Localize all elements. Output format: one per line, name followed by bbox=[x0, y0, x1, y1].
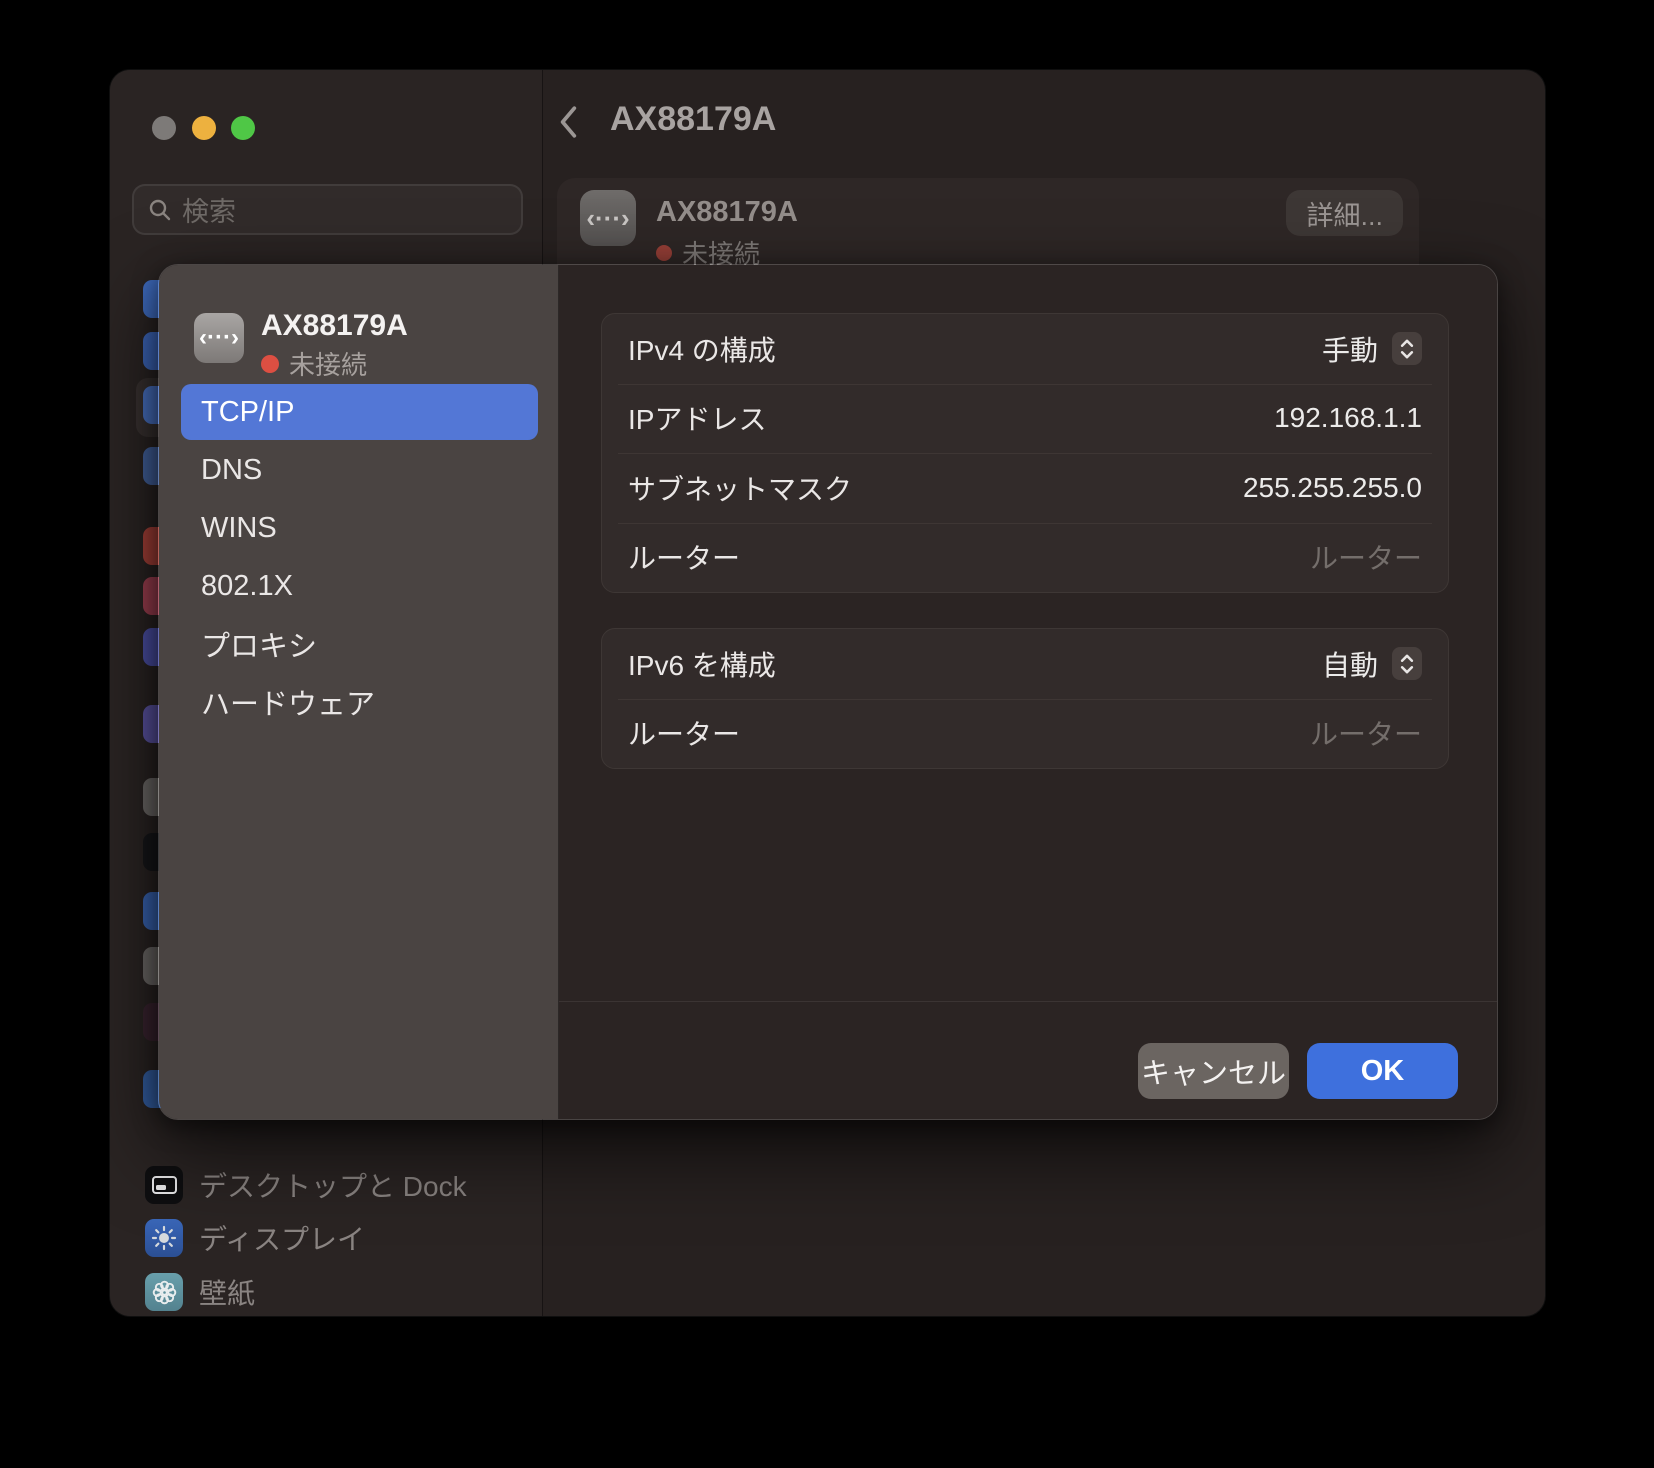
window-close-button[interactable] bbox=[152, 116, 176, 140]
adapter-name: AX88179A bbox=[261, 309, 408, 343]
window-minimize-button[interactable] bbox=[192, 116, 216, 140]
ipv4-router-label: ルーター bbox=[628, 537, 740, 577]
ipv4-config-value: 手動 bbox=[1322, 329, 1378, 369]
tab-tcpip[interactable]: TCP/IP bbox=[181, 384, 538, 440]
ipv4-router-row: ルーター ルーター bbox=[602, 523, 1448, 593]
ipv4-config-label: IPv4 の構成 bbox=[628, 329, 776, 369]
ipv6-group: IPv6 を構成 自動 ルーター ルーター bbox=[601, 628, 1449, 769]
status-dot bbox=[261, 355, 279, 373]
subnet-mask-row: サブネットマスク 255.255.255.0 bbox=[602, 453, 1448, 523]
footer-divider bbox=[559, 1001, 1497, 1002]
ipv6-config-value: 自動 bbox=[1322, 644, 1378, 684]
ok-button[interactable]: OK bbox=[1307, 1043, 1458, 1099]
desktop-dock-icon bbox=[145, 1166, 183, 1204]
subnet-mask-label: サブネットマスク bbox=[628, 468, 852, 508]
search-placeholder: 検索 bbox=[182, 190, 236, 229]
tab-hardware[interactable]: ハードウェア bbox=[181, 674, 538, 730]
ipv6-config-popup-button[interactable] bbox=[1392, 647, 1422, 680]
back-button[interactable] bbox=[558, 104, 586, 140]
status-dot bbox=[656, 245, 672, 261]
chevron-left-icon bbox=[558, 105, 580, 139]
sheet-content: IPv4 の構成 手動 IPアドレス 192.168.1.1 bbox=[559, 265, 1497, 1119]
sidebar-item-label: ディスプレイ bbox=[199, 1218, 365, 1258]
ipv6-config-label: IPv6 を構成 bbox=[628, 644, 776, 684]
page-title: AX88179A bbox=[610, 100, 776, 139]
ipv6-config-row: IPv6 を構成 自動 bbox=[602, 629, 1448, 699]
network-adapter-icon: ‹···› bbox=[580, 190, 636, 246]
ipv4-group: IPv4 の構成 手動 IPアドレス 192.168.1.1 bbox=[601, 313, 1449, 593]
sheet-sidebar: ‹···› AX88179A 未接続 TCP/IP DNS WINS 802.1… bbox=[159, 265, 559, 1119]
up-down-chevrons-icon bbox=[1399, 337, 1415, 361]
ip-address-field[interactable]: 192.168.1.1 bbox=[1274, 402, 1422, 434]
up-down-chevrons-icon bbox=[1399, 652, 1415, 676]
ip-address-label: IPアドレス bbox=[628, 398, 766, 438]
tab-wins[interactable]: WINS bbox=[181, 500, 538, 556]
search-input[interactable]: 検索 bbox=[132, 184, 523, 235]
ipv6-router-row: ルーター ルーター bbox=[602, 699, 1448, 769]
window-zoom-button[interactable] bbox=[231, 116, 255, 140]
ipv6-router-field[interactable]: ルーター bbox=[1310, 713, 1422, 753]
sidebar-item-display[interactable]: ディスプレイ bbox=[145, 1219, 365, 1257]
status-text: 未接続 bbox=[289, 345, 367, 382]
sidebar-item-label: 壁紙 bbox=[199, 1272, 255, 1312]
search-icon bbox=[148, 198, 172, 222]
sidebar-item-wallpaper[interactable]: 壁紙 bbox=[145, 1273, 255, 1311]
ipv4-config-popup-button[interactable] bbox=[1392, 332, 1422, 365]
tcpip-sheet: ‹···› AX88179A 未接続 TCP/IP DNS WINS 802.1… bbox=[158, 264, 1498, 1120]
ipv4-router-field[interactable]: ルーター bbox=[1310, 537, 1422, 577]
details-button[interactable]: 詳細... bbox=[1286, 190, 1403, 236]
cancel-button[interactable]: キャンセル bbox=[1138, 1043, 1289, 1099]
device-name: AX88179A bbox=[656, 196, 798, 229]
sidebar-item-label: デスクトップと Dock bbox=[199, 1165, 467, 1205]
settings-window: 検索 デスクトップと Dock bbox=[110, 70, 1545, 1316]
subnet-mask-field[interactable]: 255.255.255.0 bbox=[1243, 472, 1422, 504]
tab-8021x[interactable]: 802.1X bbox=[181, 558, 538, 614]
network-adapter-icon: ‹···› bbox=[194, 313, 244, 363]
wallpaper-icon bbox=[145, 1273, 183, 1311]
display-icon bbox=[145, 1219, 183, 1257]
sidebar-item-desktop-dock[interactable]: デスクトップと Dock bbox=[145, 1166, 467, 1204]
tab-dns[interactable]: DNS bbox=[181, 442, 538, 498]
sheet-tab-list: TCP/IP DNS WINS 802.1X プロキシ ハードウェア bbox=[181, 384, 538, 730]
ipv6-router-label: ルーター bbox=[628, 713, 740, 753]
ip-address-row: IPアドレス 192.168.1.1 bbox=[602, 384, 1448, 454]
tab-proxy[interactable]: プロキシ bbox=[181, 616, 538, 672]
ipv4-config-row: IPv4 の構成 手動 bbox=[602, 314, 1448, 384]
